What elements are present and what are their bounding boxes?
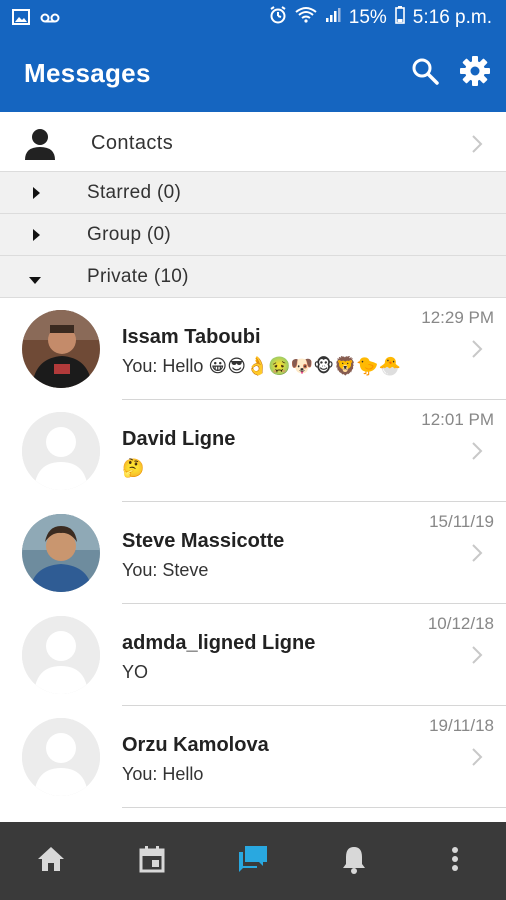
contact-name: admda_ligned Ligne bbox=[122, 632, 316, 654]
search-button[interactable] bbox=[408, 56, 442, 90]
nav-calendar[interactable] bbox=[135, 844, 169, 878]
group-label: Group (0) bbox=[87, 224, 172, 245]
contact-name: Orzu Kamolova bbox=[122, 734, 269, 756]
divider bbox=[122, 807, 506, 808]
conversation-item[interactable]: admda_ligned Ligne YO 10/12/18 bbox=[0, 604, 506, 706]
message-preview: 🤔 bbox=[122, 458, 144, 479]
preview-text: 🤔 bbox=[122, 458, 145, 478]
preview-text: Steve bbox=[162, 560, 209, 580]
calendar-icon bbox=[138, 845, 166, 878]
voicemail-icon bbox=[40, 11, 60, 29]
timestamp: 12:29 PM bbox=[421, 308, 494, 327]
timestamp: 15/11/19 bbox=[429, 512, 494, 531]
avatar-placeholder bbox=[22, 412, 100, 490]
settings-gear-icon bbox=[459, 55, 491, 92]
app-bar: Messages bbox=[0, 36, 506, 112]
message-preview: YO bbox=[122, 662, 148, 683]
more-vertical-icon bbox=[451, 846, 459, 877]
person-icon bbox=[22, 126, 58, 167]
chevron-right-icon bbox=[470, 543, 484, 563]
caret-right-icon bbox=[30, 186, 42, 205]
contact-name: Issam Taboubi bbox=[122, 326, 261, 348]
caret-down-icon bbox=[28, 272, 42, 290]
avatar-placeholder bbox=[22, 616, 100, 694]
message-preview: You: Hello 😀😎👌🤢🐶🐵🦁🐤🐣 bbox=[122, 356, 401, 377]
chevron-right-icon bbox=[470, 645, 484, 665]
contact-name: David Ligne bbox=[122, 428, 236, 450]
chevron-right-icon bbox=[470, 339, 484, 359]
timestamp: 10/12/18 bbox=[427, 614, 494, 633]
bottom-navigation bbox=[0, 822, 506, 900]
conversation-item[interactable]: Steve Massicotte You: Steve 15/11/19 bbox=[0, 502, 506, 604]
avatar bbox=[22, 514, 100, 592]
nav-home[interactable] bbox=[34, 844, 68, 878]
timestamp: 12:01 PM bbox=[421, 410, 494, 429]
battery-percent: 15% bbox=[348, 7, 387, 28]
messages-icon bbox=[237, 844, 269, 879]
chevron-right-icon bbox=[470, 747, 484, 767]
avatar-placeholder bbox=[22, 718, 100, 796]
message-preview: You: Hello bbox=[122, 764, 203, 785]
conversation-item[interactable]: Orzu Kamolova You: Hello 19/11/18 bbox=[0, 706, 506, 808]
nav-notifications[interactable] bbox=[337, 844, 371, 878]
sender-prefix: You: bbox=[122, 356, 158, 376]
signal-icon bbox=[325, 7, 341, 29]
nav-more[interactable] bbox=[438, 844, 472, 878]
chevron-right-icon bbox=[470, 134, 484, 154]
nav-messages[interactable] bbox=[236, 844, 270, 878]
preview-text: YO bbox=[122, 662, 149, 682]
search-icon bbox=[411, 57, 439, 90]
preview-text: Hello bbox=[162, 764, 204, 784]
avatar bbox=[22, 310, 100, 388]
status-time: 5:16 p.m. bbox=[412, 7, 492, 28]
group-label: Starred (0) bbox=[87, 182, 182, 203]
timestamp: 19/11/18 bbox=[429, 716, 494, 735]
page-title: Messages bbox=[24, 58, 151, 88]
wifi-call-icon bbox=[295, 6, 317, 30]
group-header-starred[interactable]: Starred (0) bbox=[0, 172, 506, 214]
chevron-right-icon bbox=[470, 441, 484, 461]
group-label: Private (10) bbox=[87, 266, 189, 287]
conversation-item[interactable]: Issam Taboubi You: Hello 😀😎👌🤢🐶🐵🦁🐤🐣 12:29… bbox=[0, 298, 506, 400]
image-icon bbox=[12, 9, 30, 30]
group-header-private[interactable]: Private (10) bbox=[0, 256, 506, 298]
caret-right-icon bbox=[30, 228, 42, 247]
group-header-group[interactable]: Group (0) bbox=[0, 214, 506, 256]
preview-text: Hello 😀😎👌🤢🐶🐵🦁🐤🐣 bbox=[162, 356, 402, 376]
notifications-bell-icon bbox=[341, 844, 367, 879]
battery-icon bbox=[394, 6, 405, 30]
home-icon bbox=[36, 845, 66, 878]
alarm-icon bbox=[269, 6, 287, 30]
contact-name: Steve Massicotte bbox=[122, 530, 285, 552]
conversation-item[interactable]: David Ligne 🤔 12:01 PM bbox=[0, 400, 506, 502]
sender-prefix: You: bbox=[122, 560, 158, 580]
sender-prefix: You: bbox=[122, 764, 158, 784]
contacts-row[interactable]: Contacts bbox=[0, 116, 506, 172]
status-bar: 15% 5:16 p.m. bbox=[0, 0, 506, 36]
contacts-label: Contacts bbox=[91, 132, 174, 154]
settings-button[interactable] bbox=[458, 55, 492, 92]
message-preview: You: Steve bbox=[122, 560, 208, 581]
